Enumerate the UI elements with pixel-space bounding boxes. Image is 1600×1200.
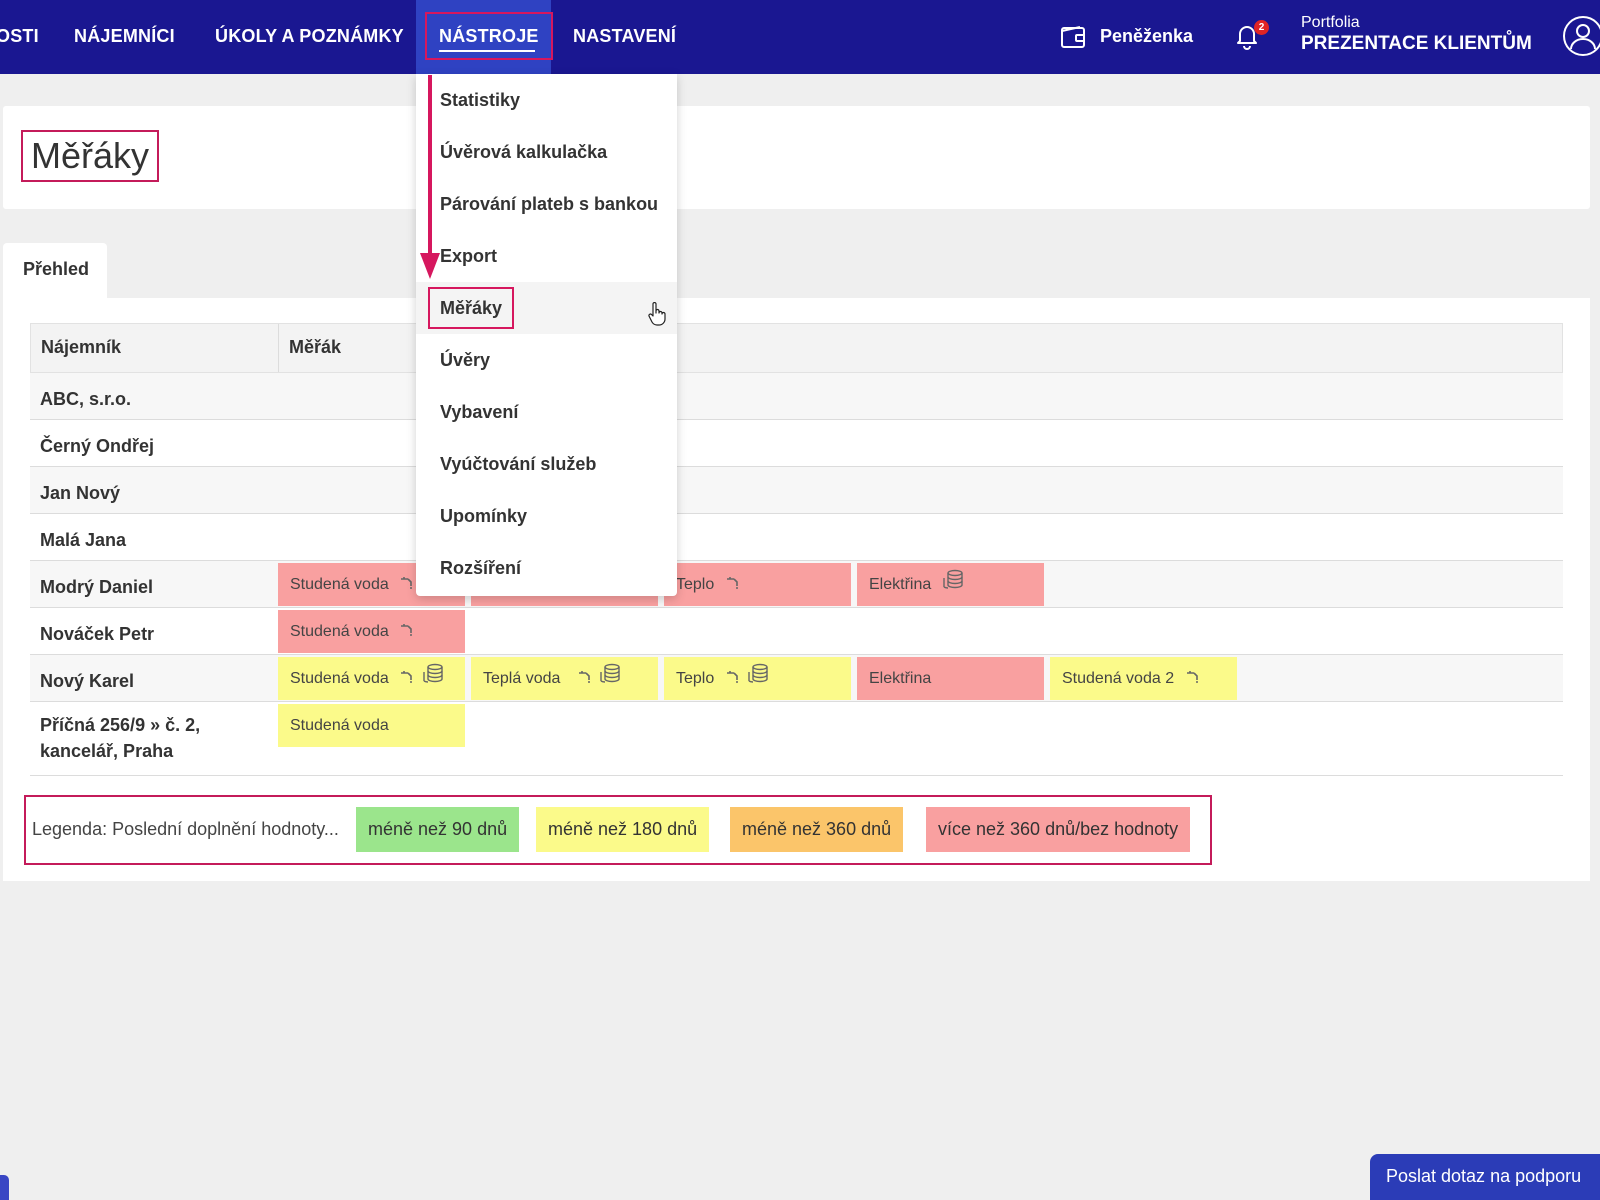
legend: Legenda: Poslední doplnění hodnoty... mé… bbox=[24, 795, 1212, 865]
meter-label: Studená voda bbox=[290, 576, 389, 593]
table-row: Nováček Petr Studená voda bbox=[30, 608, 1563, 655]
menu-item-uverova-kalkulacka[interactable]: Úvěrová kalkulačka bbox=[416, 126, 677, 178]
user-avatar-icon bbox=[1563, 16, 1600, 56]
legend-chip-360: méně než 360 dnů bbox=[730, 807, 904, 852]
table-row: Jan Nový bbox=[30, 467, 1563, 514]
menu-item-uvery[interactable]: Úvěry bbox=[416, 334, 677, 386]
meter-label: Teplo bbox=[676, 576, 715, 593]
nav-item-nastaveni[interactable]: NASTAVENÍ bbox=[573, 0, 676, 74]
tenant-name[interactable]: Příčná 256/9 » č. 2, kancelář, Praha bbox=[40, 712, 200, 764]
table-row: Příčná 256/9 » č. 2, kancelář, Praha Stu… bbox=[30, 702, 1563, 776]
column-header-najemnik[interactable]: Nájemník bbox=[41, 337, 121, 358]
wallet-icon bbox=[1061, 26, 1085, 48]
tap-icon bbox=[577, 657, 593, 700]
meter-label: Teplo bbox=[676, 670, 715, 687]
tenant-name[interactable]: Černý Ondřej bbox=[40, 433, 154, 459]
menu-item-parovani-plateb[interactable]: Párování plateb s bankou bbox=[416, 178, 677, 230]
menu-item-vyuctovani-sluzeb[interactable]: Vyúčtování služeb bbox=[416, 438, 677, 490]
meter-cell[interactable]: Studená voda 2 bbox=[1050, 657, 1237, 700]
support-request-button[interactable]: Poslat dotaz na podporu bbox=[1370, 1154, 1600, 1200]
tap-icon bbox=[399, 657, 415, 700]
meters-table: Nájemník Měřák ABC, s.r.o. Černý Ondřej … bbox=[30, 323, 1563, 776]
meter-cell[interactable]: Studená voda bbox=[278, 657, 465, 700]
meter-cell[interactable]: Teplo bbox=[664, 657, 851, 700]
meter-cell[interactable]: Teplá voda bbox=[471, 657, 658, 700]
meter-label: Teplá voda bbox=[483, 670, 561, 687]
coins-icon bbox=[422, 657, 444, 700]
tap-icon bbox=[399, 563, 415, 606]
meter-cell[interactable]: Studená voda bbox=[278, 704, 465, 747]
table-header: Nájemník Měřák bbox=[30, 323, 1563, 373]
coins-icon bbox=[747, 657, 769, 700]
tools-dropdown-menu: Statistiky Úvěrová kalkulačka Párování p… bbox=[416, 74, 677, 596]
menu-item-meraky[interactable]: Měřáky bbox=[416, 282, 677, 334]
meter-cell[interactable]: Elektřina bbox=[857, 563, 1044, 606]
meter-label: Elektřina bbox=[869, 670, 932, 687]
side-panel-toggle[interactable] bbox=[0, 1175, 9, 1200]
table-row: Černý Ondřej bbox=[30, 420, 1563, 467]
wallet-label: Peněženka bbox=[1100, 26, 1194, 46]
legend-chip-180: méně než 180 dnů bbox=[536, 807, 710, 852]
page-header-card: Měřáky bbox=[3, 106, 1590, 209]
user-account-button[interactable] bbox=[1562, 15, 1600, 62]
coins-icon bbox=[942, 563, 964, 606]
meter-cell[interactable]: Elektřina bbox=[857, 657, 1044, 700]
tap-icon bbox=[399, 610, 415, 653]
menu-item-statistiky[interactable]: Statistiky bbox=[416, 74, 677, 126]
tap-icon bbox=[725, 563, 741, 606]
nav-item-nastroje[interactable]: NÁSTROJE bbox=[416, 0, 553, 74]
top-navigation: OSTI NÁJEMNÍCI ÚKOLY A POZNÁMKY NÁSTROJE… bbox=[0, 0, 1600, 74]
meter-label: Studená voda bbox=[290, 670, 389, 687]
column-header-merak[interactable]: Měřák bbox=[289, 337, 341, 358]
menu-item-upominky[interactable]: Upomínky bbox=[416, 490, 677, 542]
tab-prehled[interactable]: Přehled bbox=[3, 243, 107, 299]
menu-item-rozsireni[interactable]: Rozšíření bbox=[416, 542, 677, 594]
nav-item-nastroje-label: NÁSTROJE bbox=[425, 12, 553, 60]
tenant-name-line: Příčná 256/9 » č. 2, bbox=[40, 715, 201, 735]
coins-icon bbox=[599, 657, 621, 700]
column-divider bbox=[278, 324, 279, 372]
annotation-arrow bbox=[420, 75, 440, 279]
table-row: Malá Jana bbox=[30, 514, 1563, 561]
tenant-name[interactable]: Nový Karel bbox=[40, 668, 134, 694]
nav-item-nemovitosti[interactable]: OSTI bbox=[0, 0, 39, 74]
meter-label: Studená voda 2 bbox=[1062, 670, 1175, 687]
portfolio-name: PREZENTACE KLIENTŮM bbox=[1301, 33, 1532, 54]
tenant-name[interactable]: Modrý Daniel bbox=[40, 574, 153, 600]
meter-label: Studená voda bbox=[290, 623, 389, 640]
hand-cursor-icon bbox=[648, 302, 666, 326]
tenant-name[interactable]: Malá Jana bbox=[40, 527, 126, 553]
tenant-name[interactable]: Nováček Petr bbox=[40, 621, 154, 647]
menu-item-export[interactable]: Export bbox=[416, 230, 677, 282]
nav-item-ukoly-a-poznamky[interactable]: ÚKOLY A POZNÁMKY bbox=[215, 0, 404, 74]
legend-chip-over-360: více než 360 dnů/bez hodnoty bbox=[926, 807, 1191, 852]
tenant-name[interactable]: Jan Nový bbox=[40, 480, 120, 506]
meter-label: Studená voda bbox=[290, 717, 389, 734]
portfolio-switcher[interactable]: Portfolia PREZENTACE KLIENTŮM bbox=[1301, 14, 1532, 55]
portfolio-caption: Portfolia bbox=[1301, 14, 1360, 31]
meter-label: Elektřina bbox=[869, 576, 932, 593]
tap-icon bbox=[725, 657, 741, 700]
notifications-button[interactable]: 2 bbox=[1234, 20, 1274, 54]
nav-item-najemnici[interactable]: NÁJEMNÍCI bbox=[74, 0, 175, 74]
content-card: Nájemník Měřák ABC, s.r.o. Černý Ondřej … bbox=[3, 298, 1590, 881]
meter-cell[interactable]: Teplo bbox=[664, 563, 851, 606]
notification-count-badge: 2 bbox=[1254, 20, 1269, 35]
tenant-name[interactable]: ABC, s.r.o. bbox=[40, 386, 131, 412]
menu-item-meraky-label: Měřáky bbox=[428, 287, 515, 329]
table-row: Modrý Daniel Studená voda Teplo Elektřin… bbox=[30, 561, 1563, 608]
legend-chip-90: méně než 90 dnů bbox=[356, 807, 520, 852]
table-row: ABC, s.r.o. bbox=[30, 373, 1563, 420]
tap-icon bbox=[1185, 657, 1201, 700]
meter-cell[interactable]: Studená voda bbox=[278, 610, 465, 653]
legend-label: Legenda: Poslední doplnění hodnoty... bbox=[32, 819, 339, 839]
page-title: Měřáky bbox=[21, 130, 160, 182]
tenant-name-line: kancelář, Praha bbox=[40, 741, 174, 761]
menu-item-vybaveni[interactable]: Vybavení bbox=[416, 386, 677, 438]
table-row: Nový Karel Studená voda Teplá voda Teplo… bbox=[30, 655, 1563, 702]
